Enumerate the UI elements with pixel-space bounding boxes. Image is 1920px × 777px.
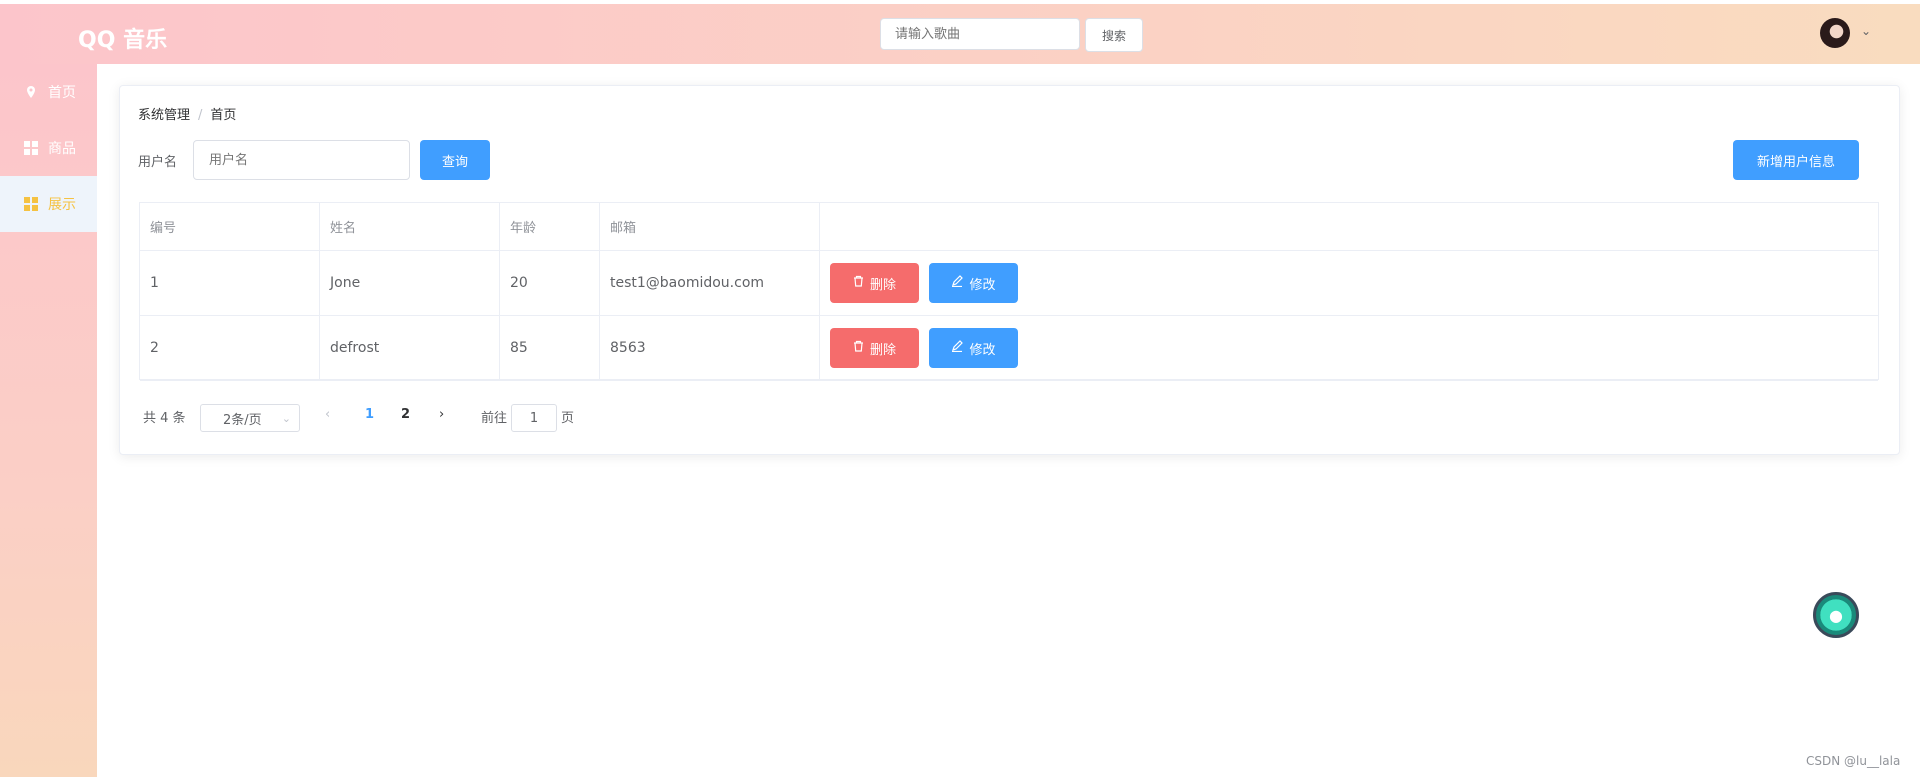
edit-button[interactable]: 修改 <box>929 328 1018 368</box>
sidebar-item-home[interactable]: 首页 <box>0 64 97 120</box>
breadcrumb-item-home: 首页 <box>210 108 237 123</box>
cell-age: 20 <box>500 251 600 315</box>
grid-icon <box>24 141 38 155</box>
page-suffix: 页 <box>561 411 575 426</box>
column-header-name: 姓名 <box>320 203 500 250</box>
edit-label: 修改 <box>969 342 996 358</box>
user-avatar[interactable] <box>1820 18 1850 48</box>
song-search-input[interactable] <box>880 18 1080 50</box>
trash-icon <box>853 340 864 356</box>
sidebar-item-label: 首页 <box>48 85 76 101</box>
delete-button[interactable]: 删除 <box>830 328 919 368</box>
sidebar-item-label: 展示 <box>48 197 76 213</box>
cell-actions: 删除 修改 <box>820 251 1878 315</box>
cell-id: 1 <box>140 251 320 315</box>
trash-icon <box>853 275 864 291</box>
location-icon <box>24 85 38 99</box>
delete-button[interactable]: 删除 <box>830 263 919 303</box>
breadcrumb: 系统管理 / 首页 <box>138 104 236 123</box>
query-button[interactable]: 查询 <box>420 140 490 180</box>
cell-id: 2 <box>140 316 320 380</box>
cell-email: 8563 <box>600 316 820 380</box>
edit-icon <box>951 275 964 291</box>
chevron-down-icon[interactable]: ⌄ <box>1861 24 1871 38</box>
edit-icon <box>951 340 964 356</box>
delete-label: 删除 <box>869 277 896 293</box>
breadcrumb-item-system[interactable]: 系统管理 <box>138 108 190 123</box>
add-user-button[interactable]: 新增用户信息 <box>1733 140 1859 180</box>
search-button[interactable]: 搜索 <box>1085 18 1143 52</box>
goto-label: 前往 <box>481 411 508 426</box>
column-header-id: 编号 <box>140 203 320 250</box>
grid-icon <box>24 197 38 211</box>
cell-actions: 删除 修改 <box>820 316 1878 380</box>
column-header-email: 邮箱 <box>600 203 820 250</box>
table-row: 2 defrost 85 8563 删除 修改 <box>140 316 1878 381</box>
watermark: CSDN @lu__lala <box>1806 754 1901 768</box>
pagination-total: 共 4 条 <box>143 411 186 426</box>
goto-page-input[interactable]: 1 <box>511 404 557 432</box>
column-header-actions <box>820 203 1878 250</box>
sidebar-item-display[interactable]: 展示 <box>0 176 97 232</box>
edit-button[interactable]: 修改 <box>929 263 1018 303</box>
cell-name: defrost <box>320 316 500 380</box>
username-input[interactable] <box>193 140 410 180</box>
page-size-select[interactable]: 2条/页 ⌄ <box>200 404 300 432</box>
sidebar-item-label: 商品 <box>48 141 76 157</box>
next-page-icon[interactable]: › <box>439 407 444 422</box>
table-row: 1 Jone 20 test1@baomidou.com 删除 修改 <box>140 251 1878 316</box>
cell-email: test1@baomidou.com <box>600 251 820 315</box>
table-header-row: 编号 姓名 年龄 邮箱 <box>140 203 1878 251</box>
sidebar: 首页 商品 展示 <box>0 64 97 777</box>
column-header-age: 年龄 <box>500 203 600 250</box>
delete-label: 删除 <box>869 342 896 358</box>
cell-age: 85 <box>500 316 600 380</box>
cell-name: Jone <box>320 251 500 315</box>
page-number[interactable]: 2 <box>401 407 410 422</box>
sidebar-item-goods[interactable]: 商品 <box>0 120 97 176</box>
breadcrumb-separator: / <box>198 108 203 123</box>
user-table: 编号 姓名 年龄 邮箱 1 Jone 20 test1@baomidou.com… <box>139 202 1879 381</box>
edit-label: 修改 <box>969 277 996 293</box>
chevron-down-icon: ⌄ <box>281 411 291 425</box>
floating-assistant-icon[interactable]: ● <box>1813 592 1859 638</box>
username-label: 用户名 <box>138 155 178 170</box>
app-logo: QQ 音乐 <box>78 28 168 53</box>
page-size-value: 2条/页 <box>223 412 262 428</box>
page-number-current[interactable]: 1 <box>365 407 374 422</box>
prev-page-icon[interactable]: ‹ <box>325 407 330 422</box>
